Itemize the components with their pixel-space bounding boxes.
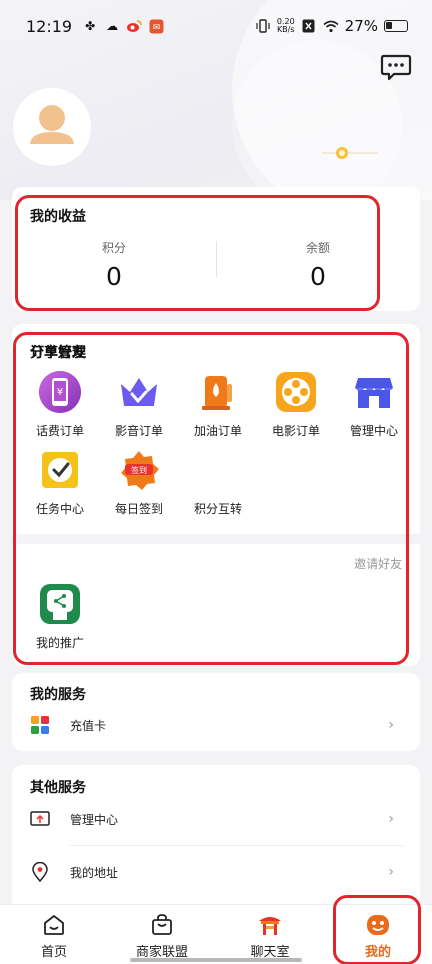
cloud-icon: ☁	[106, 19, 119, 33]
chevron-right-icon: ›	[388, 717, 394, 733]
home-indicator[interactable]	[130, 958, 302, 962]
tab-merchant-alliance[interactable]: 商家联盟	[108, 905, 216, 964]
default-avatar-icon	[30, 105, 74, 144]
shopping-bag-icon	[149, 912, 175, 938]
location-pin-icon	[30, 862, 50, 882]
weibo-icon	[126, 18, 142, 34]
battery-percent: 27%	[344, 17, 378, 35]
other-services-title: 其他服务	[30, 780, 86, 796]
decorative-circle	[232, 40, 402, 200]
status-time: 12:19	[26, 16, 73, 36]
card-tiles-icon	[30, 715, 50, 735]
other-row-label: 我的地址	[70, 865, 119, 880]
highlight-box	[15, 195, 380, 311]
network-speed: 0.20 KB/s	[277, 18, 295, 34]
chevron-right-icon: ›	[388, 864, 394, 880]
chat-bubble-icon	[380, 54, 412, 81]
vibrate-icon	[255, 18, 271, 34]
clover-icon: ✤	[85, 19, 96, 33]
pavilion-icon	[257, 912, 283, 938]
other-row-label: 管理中心	[70, 812, 119, 827]
other-row-address[interactable]: 我的地址 ›	[12, 850, 420, 894]
highlight-box	[333, 895, 421, 964]
tab-label: 首页	[40, 945, 67, 960]
sim-disabled-icon	[301, 18, 317, 34]
highlight-box	[13, 332, 409, 665]
service-row-recharge-card[interactable]: 充值卡 ›	[12, 703, 420, 747]
wifi-icon	[323, 18, 339, 34]
other-row-management[interactable]: 管理中心 ›	[12, 797, 420, 841]
avatar[interactable]	[13, 88, 91, 166]
app-notification-icon: ✉	[148, 18, 164, 34]
my-services-card: 我的服务 充值卡 ›	[12, 673, 420, 751]
upload-box-icon	[30, 809, 50, 829]
other-services-card: 其他服务 管理中心 › 我的地址 ›	[12, 765, 420, 915]
service-row-label: 充值卡	[70, 718, 107, 733]
sparkle-decoration	[320, 143, 380, 163]
battery-icon	[384, 20, 408, 32]
network-speed-unit: KB/s	[276, 25, 295, 34]
message-button[interactable]	[380, 54, 412, 82]
svg-text:✉: ✉	[152, 23, 160, 33]
chevron-right-icon: ›	[388, 811, 394, 827]
home-icon	[41, 912, 67, 938]
services-title: 我的服务	[30, 687, 86, 703]
tab-home[interactable]: 首页	[0, 905, 108, 964]
status-bar: 12:19 ✤ ☁ ✉ 0.20 KB/s 27%	[0, 0, 432, 52]
tab-chatroom[interactable]: 聊天室	[216, 905, 324, 964]
row-divider	[70, 845, 404, 846]
